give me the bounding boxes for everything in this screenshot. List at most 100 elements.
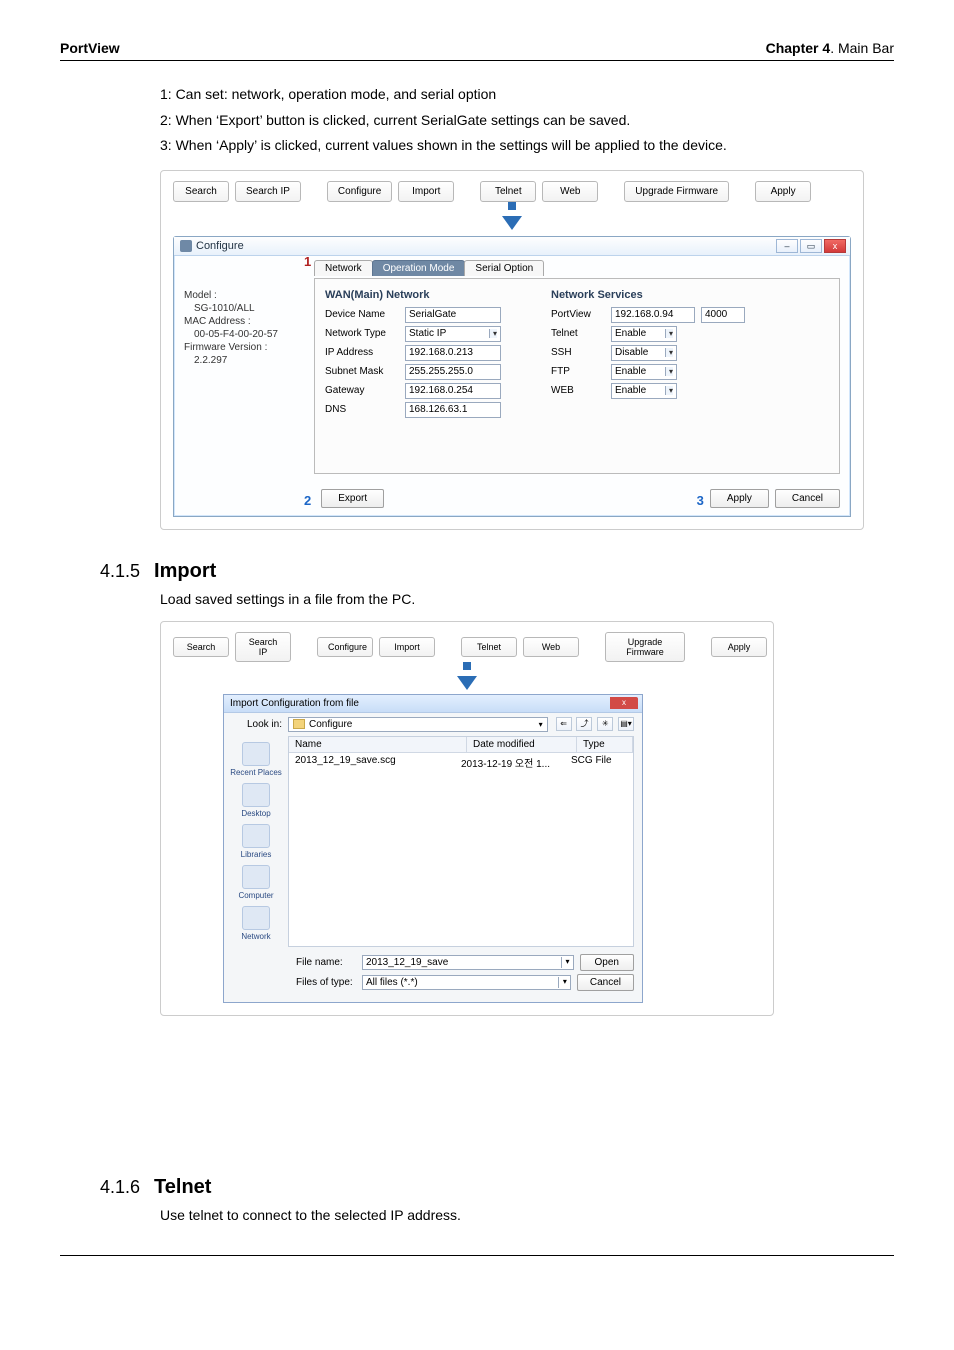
col-type[interactable]: Type	[577, 737, 633, 752]
ssh-select[interactable]: Disable▾	[611, 345, 677, 361]
search-button[interactable]: Search	[173, 181, 229, 202]
minimize-button[interactable]: –	[776, 239, 798, 253]
cancel-button[interactable]: Cancel	[577, 974, 634, 991]
device-info-panel: Model : SG-1010/ALL MAC Address : 00-05-…	[184, 260, 314, 506]
upgrade-firmware-button[interactable]: Upgrade Firmware	[605, 632, 685, 662]
wan-column: WAN(Main) Network Device Name Network Ty…	[325, 289, 501, 463]
up-icon[interactable]: ⤴	[576, 717, 592, 731]
apply-button[interactable]: Apply	[710, 489, 769, 508]
annotation-3: 3	[697, 493, 704, 508]
search-button[interactable]: Search	[173, 637, 229, 657]
view-menu-icon[interactable]: ▤▾	[618, 717, 634, 731]
file-dialog-title-bar: Import Configuration from file x	[224, 695, 642, 713]
chevron-down-icon: ▾	[561, 957, 570, 968]
tab-operation-mode[interactable]: Operation Mode	[372, 260, 466, 276]
portview-ip-input[interactable]	[611, 307, 695, 323]
lookin-select[interactable]: Configure ▾	[288, 717, 548, 732]
arrow-graphic	[463, 662, 471, 670]
chevron-down-icon: ▾	[665, 367, 673, 376]
ftp-select[interactable]: Enable ▾	[611, 364, 677, 380]
file-item-date: 2013-12-19 오전 1...	[461, 755, 571, 770]
nettype-select[interactable]: Static IP▾	[405, 326, 501, 342]
configure-button[interactable]: Configure	[327, 181, 392, 202]
portview-port-input[interactable]	[701, 307, 745, 323]
nettype-label: Network Type	[325, 328, 399, 339]
ssh-value: Disable	[615, 347, 648, 358]
file-dialog-title: Import Configuration from file	[230, 698, 359, 709]
ip-input[interactable]	[405, 345, 501, 361]
place-computer[interactable]: Computer	[238, 865, 273, 900]
fw-label: Firmware Version :	[184, 342, 306, 353]
filetype-select[interactable]: All files (*.*)▾	[362, 975, 571, 990]
web-select[interactable]: Enable▾	[611, 383, 677, 399]
intro-line-2: 2: When ‘Export’ button is clicked, curr…	[160, 111, 854, 131]
mask-label: Subnet Mask	[325, 366, 399, 377]
telnet-select[interactable]: Enable▾	[611, 326, 677, 342]
section-number-import: 4.1.5	[100, 561, 140, 582]
place-recent[interactable]: Recent Places	[230, 742, 282, 777]
maximize-button[interactable]: ▭	[800, 239, 822, 253]
import-button[interactable]: Import	[379, 637, 435, 657]
arrow-down-icon	[502, 216, 522, 230]
filename-input[interactable]: 2013_12_19_save▾	[362, 955, 574, 970]
file-item-name: 2013_12_19_save.scg	[295, 755, 461, 770]
gear-icon	[180, 240, 192, 252]
file-list: Name Date modified Type 2013_12_19_save.…	[288, 736, 634, 947]
mask-input[interactable]	[405, 364, 501, 380]
apply-button-top[interactable]: Apply	[755, 181, 811, 202]
search-ip-button[interactable]: Search IP	[235, 632, 291, 662]
ip-label: IP Address	[325, 347, 399, 358]
telnet-button[interactable]: Telnet	[461, 637, 517, 657]
file-item[interactable]: 2013_12_19_save.scg 2013-12-19 오전 1... S…	[289, 753, 633, 772]
devname-input[interactable]	[405, 307, 501, 323]
cancel-button[interactable]: Cancel	[775, 489, 840, 508]
section-title-telnet: Telnet	[154, 1176, 211, 1199]
web-button[interactable]: Web	[523, 637, 579, 657]
import-button[interactable]: Import	[398, 181, 454, 202]
dns-input[interactable]	[405, 402, 501, 418]
window-controls: – ▭ x	[776, 239, 846, 253]
section-desc-telnet: Use telnet to connect to the selected IP…	[160, 1207, 894, 1223]
gw-input[interactable]	[405, 383, 501, 399]
ftp-value: Enable	[615, 366, 646, 377]
place-desktop[interactable]: Desktop	[241, 783, 270, 818]
export-button[interactable]: Export	[321, 489, 384, 508]
main-toolbar: Search Search IP Configure Import Telnet…	[173, 181, 851, 202]
chevron-down-icon: ▾	[489, 329, 497, 338]
open-button[interactable]: Open	[580, 954, 634, 971]
model-value: SG-1010/ALL	[184, 303, 306, 314]
search-ip-button[interactable]: Search IP	[235, 181, 301, 202]
close-button[interactable]: x	[610, 697, 638, 709]
upgrade-firmware-button[interactable]: Upgrade Firmware	[624, 181, 729, 202]
col-date[interactable]: Date modified	[467, 737, 577, 752]
web-button[interactable]: Web	[542, 181, 598, 202]
page-header: PortView Chapter 4. Main Bar	[60, 40, 894, 61]
services-column: Network Services PortView TelnetEnable▾ …	[551, 289, 745, 463]
tab-serial-option[interactable]: Serial Option	[464, 260, 544, 276]
place-libraries[interactable]: Libraries	[241, 824, 272, 859]
recent-icon	[242, 742, 270, 766]
new-folder-icon[interactable]: ✳	[597, 717, 613, 731]
configure-dialog: Configure – ▭ x 1 Network Operation Mode…	[173, 236, 851, 517]
telnet-button[interactable]: Telnet	[480, 181, 536, 202]
intro-line-3: 3: When ‘Apply’ is clicked, current valu…	[160, 136, 854, 156]
desktop-icon	[242, 783, 270, 807]
place-network[interactable]: Network	[241, 906, 270, 941]
section-telnet-heading: 4.1.6 Telnet	[100, 1176, 894, 1199]
tab-network[interactable]: Network	[314, 260, 373, 276]
ssh-label: SSH	[551, 347, 605, 358]
close-button[interactable]: x	[824, 239, 846, 253]
services-heading: Network Services	[551, 289, 745, 301]
section-desc-import: Load saved settings in a file from the P…	[160, 591, 894, 607]
back-icon[interactable]: ⇐	[556, 717, 572, 731]
file-open-dialog: Import Configuration from file x Look in…	[223, 694, 643, 1003]
filename-label: File name:	[296, 957, 356, 968]
configure-button[interactable]: Configure	[317, 637, 373, 657]
gw-label: Gateway	[325, 385, 399, 396]
col-name[interactable]: Name	[289, 737, 467, 752]
network-icon	[242, 906, 270, 930]
mac-label: MAC Address :	[184, 316, 306, 327]
apply-button-top[interactable]: Apply	[711, 637, 767, 657]
dialog-footer: 2 Export 3 Apply Cancel	[184, 489, 840, 508]
lookin-value: Configure	[309, 719, 535, 730]
